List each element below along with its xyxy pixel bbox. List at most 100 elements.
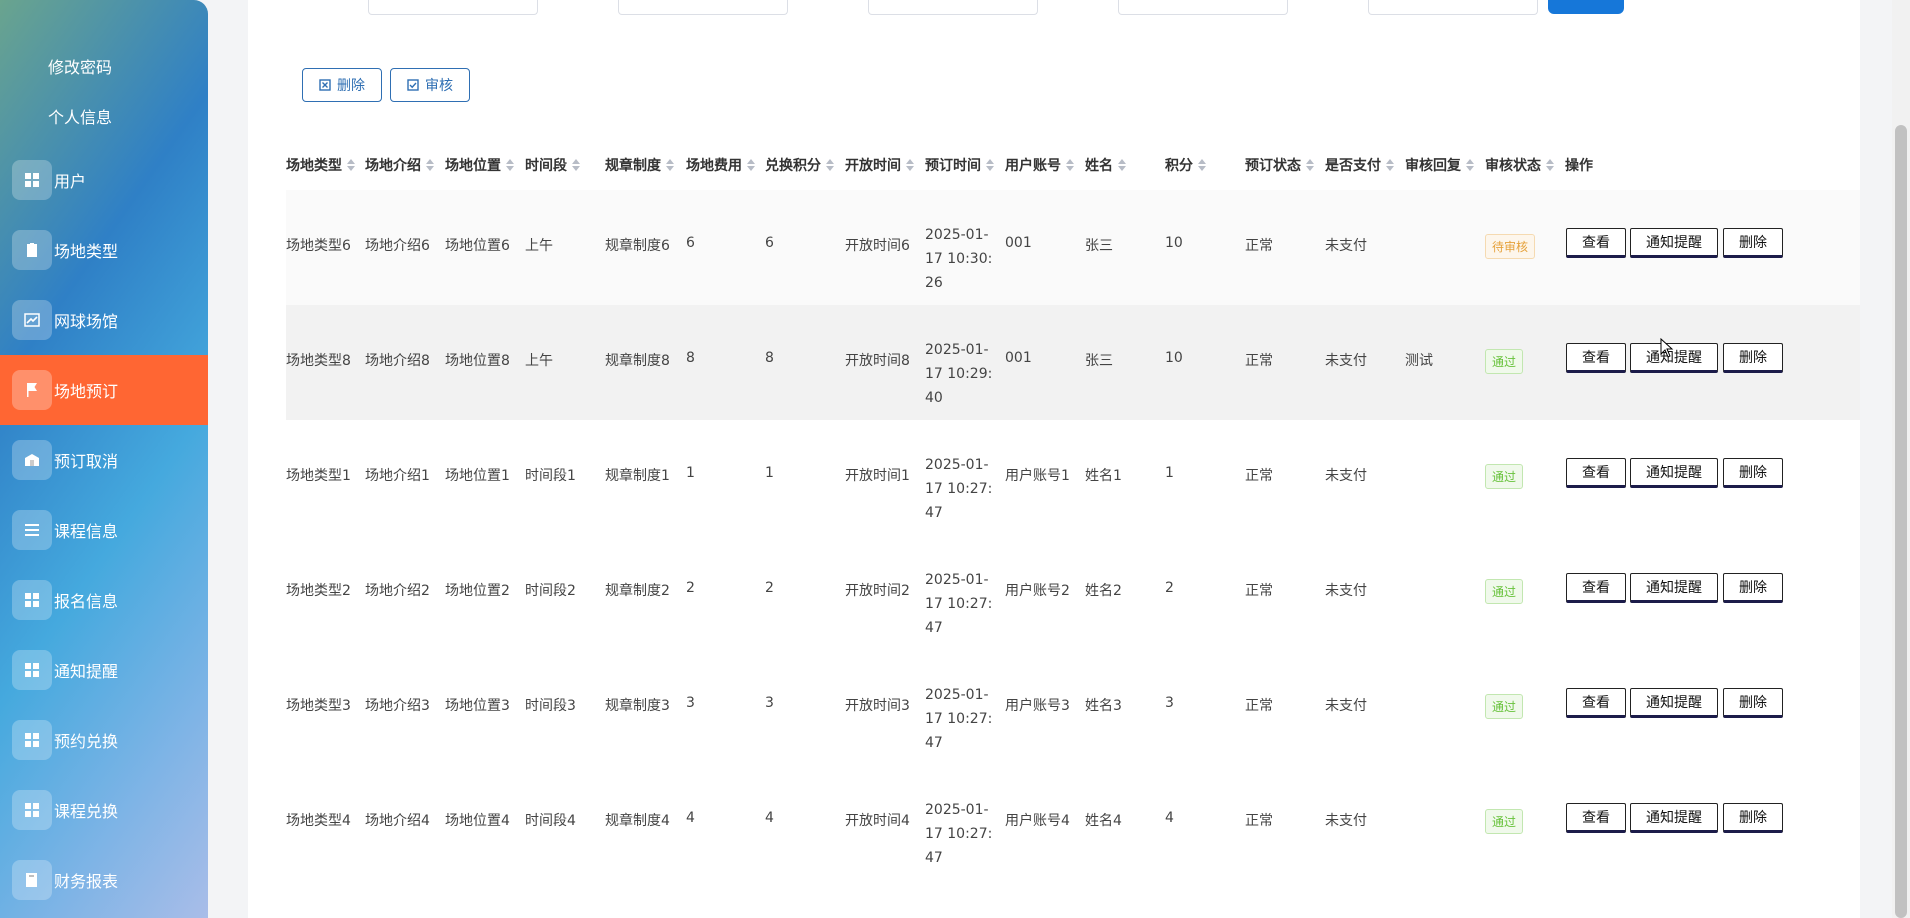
- sidebar-item-label: 课程信息: [54, 522, 119, 541]
- column-header[interactable]: 场地位置: [445, 155, 514, 175]
- cell-name: 张三: [1085, 238, 1113, 254]
- list-icon: [12, 510, 52, 550]
- sidebar-item[interactable]: 场地类型: [0, 215, 208, 285]
- column-header[interactable]: 时间段: [525, 155, 580, 175]
- sort-icon[interactable]: [506, 159, 514, 171]
- sort-icon[interactable]: [1198, 159, 1206, 171]
- cell-book-status: 正常: [1245, 353, 1273, 369]
- sidebar-item[interactable]: 场地预订: [0, 355, 208, 425]
- sidebar-item[interactable]: 用户: [0, 145, 208, 215]
- batch-delete-button[interactable]: 删除: [302, 68, 382, 102]
- cell-rules: 规章制度8: [605, 353, 670, 369]
- search-button[interactable]: [1548, 0, 1624, 14]
- sort-icon[interactable]: [1386, 159, 1394, 171]
- delete-button[interactable]: 删除: [1723, 458, 1783, 488]
- notify-button[interactable]: 通知提醒: [1630, 803, 1718, 833]
- sort-icon[interactable]: [906, 159, 914, 171]
- notify-button[interactable]: 通知提醒: [1630, 573, 1718, 603]
- sort-icon[interactable]: [1466, 159, 1474, 171]
- column-header[interactable]: 开放时间: [845, 155, 914, 175]
- scrollbar-thumb[interactable]: [1895, 125, 1907, 918]
- sidebar-item[interactable]: 通知提醒: [0, 635, 208, 705]
- scrollbar[interactable]: [1892, 0, 1910, 918]
- cell-intro: 场地介绍1: [365, 468, 430, 484]
- column-header-label: 场地费用: [686, 158, 742, 174]
- cell-account: 001: [1005, 235, 1032, 251]
- column-header[interactable]: 姓名: [1085, 155, 1126, 175]
- column-header[interactable]: 用户账号: [1005, 155, 1074, 175]
- column-header-label: 规章制度: [605, 158, 661, 174]
- sidebar-item[interactable]: 报名信息: [0, 565, 208, 635]
- delete-button[interactable]: 删除: [1723, 343, 1783, 373]
- column-header[interactable]: 是否支付: [1325, 155, 1394, 175]
- view-button[interactable]: 查看: [1566, 803, 1626, 833]
- sort-icon[interactable]: [986, 159, 994, 171]
- table-row: 场地类型8 场地介绍8 场地位置8 上午 规章制度8 8 8 开放时间8 2025-01-17 …: [286, 305, 1860, 420]
- column-header: 操作: [1565, 155, 1593, 175]
- cell-points: 3: [1165, 695, 1174, 711]
- notify-button[interactable]: 通知提醒: [1630, 458, 1718, 488]
- delete-button[interactable]: 删除: [1723, 803, 1783, 833]
- view-button[interactable]: 查看: [1566, 458, 1626, 488]
- column-header[interactable]: 场地费用: [686, 155, 755, 175]
- delete-button[interactable]: 删除: [1723, 573, 1783, 603]
- cell-account: 用户账号3: [1005, 698, 1070, 714]
- cell-name: 姓名2: [1085, 583, 1122, 599]
- box-icon: [12, 440, 52, 480]
- column-header-label: 时间段: [525, 158, 567, 174]
- column-header[interactable]: 场地介绍: [365, 155, 434, 175]
- column-header-label: 用户账号: [1005, 158, 1061, 174]
- column-header[interactable]: 规章制度: [605, 155, 674, 175]
- notify-button[interactable]: 通知提醒: [1630, 688, 1718, 718]
- profile-link[interactable]: 个人信息: [48, 104, 112, 128]
- column-header[interactable]: 兑换积分: [765, 155, 834, 175]
- cell-period: 时间段1: [525, 468, 576, 484]
- column-header[interactable]: 预订状态: [1245, 155, 1314, 175]
- sort-icon[interactable]: [747, 159, 755, 171]
- notify-button[interactable]: 通知提醒: [1630, 228, 1718, 258]
- column-header[interactable]: 积分: [1165, 155, 1206, 175]
- delete-button[interactable]: 删除: [1723, 228, 1783, 258]
- cell-name: 姓名1: [1085, 468, 1122, 484]
- search-field[interactable]: [618, 0, 788, 15]
- sidebar-item[interactable]: 课程兑换: [0, 775, 208, 845]
- view-button[interactable]: 查看: [1566, 343, 1626, 373]
- search-field[interactable]: [1368, 0, 1538, 15]
- sidebar-item-label: 场地预订: [54, 382, 119, 401]
- search-field[interactable]: [868, 0, 1038, 15]
- sort-icon[interactable]: [426, 159, 434, 171]
- sort-icon[interactable]: [826, 159, 834, 171]
- sort-icon[interactable]: [572, 159, 580, 171]
- cell-open-time: 开放时间6: [845, 238, 910, 254]
- sort-icon[interactable]: [1118, 159, 1126, 171]
- column-header-label: 是否支付: [1325, 158, 1381, 174]
- column-header[interactable]: 审核回复: [1405, 155, 1474, 175]
- change-password-link[interactable]: 修改密码: [48, 54, 112, 78]
- sidebar-item[interactable]: 预订取消: [0, 425, 208, 495]
- cell-paid: 未支付: [1325, 238, 1367, 254]
- sidebar-item[interactable]: 财务报表: [0, 845, 208, 915]
- column-header[interactable]: 场地类型: [286, 155, 355, 175]
- column-header-label: 积分: [1165, 158, 1193, 174]
- sidebar-item[interactable]: 预约兑换: [0, 705, 208, 775]
- sidebar-item[interactable]: 网球场馆: [0, 285, 208, 355]
- column-header[interactable]: 预订时间: [925, 155, 994, 175]
- search-field[interactable]: [368, 0, 538, 15]
- sort-icon[interactable]: [666, 159, 674, 171]
- review-status-badge: 待审核: [1485, 234, 1536, 259]
- sort-icon[interactable]: [347, 159, 355, 171]
- view-button[interactable]: 查看: [1566, 688, 1626, 718]
- column-header[interactable]: 审核状态: [1485, 155, 1554, 175]
- cell-account: 用户账号4: [1005, 813, 1070, 829]
- sort-icon[interactable]: [1546, 159, 1554, 171]
- batch-review-button[interactable]: 审核: [390, 68, 470, 102]
- search-field[interactable]: [1118, 0, 1288, 15]
- sort-icon[interactable]: [1066, 159, 1074, 171]
- delete-button[interactable]: 删除: [1723, 688, 1783, 718]
- sort-icon[interactable]: [1306, 159, 1314, 171]
- view-button[interactable]: 查看: [1566, 228, 1626, 258]
- notify-button[interactable]: 通知提醒: [1630, 343, 1718, 373]
- view-button[interactable]: 查看: [1566, 573, 1626, 603]
- sidebar-item[interactable]: 课程信息: [0, 495, 208, 565]
- column-header-label: 审核状态: [1485, 158, 1541, 174]
